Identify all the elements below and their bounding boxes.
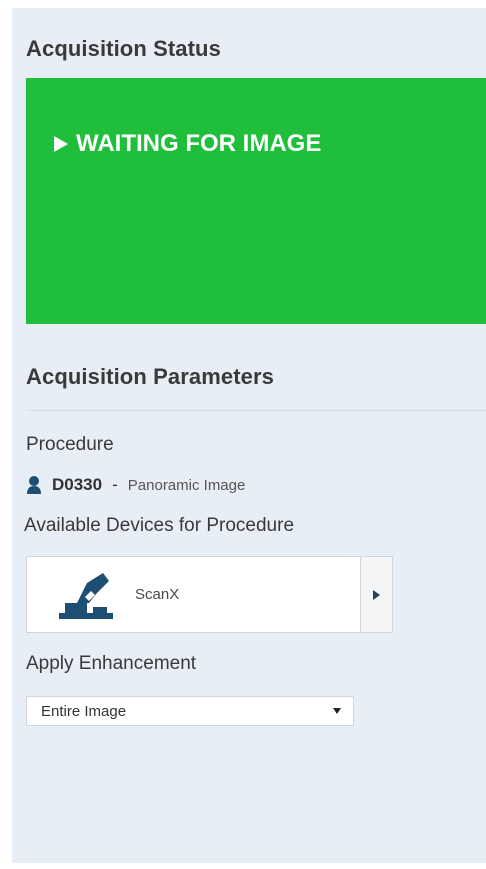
acquisition-status-box: WAITING FOR IMAGE bbox=[26, 78, 486, 324]
play-arrow-icon bbox=[54, 136, 68, 152]
procedure-separator: - bbox=[112, 475, 118, 494]
enhancement-select[interactable]: Entire Image bbox=[26, 696, 354, 726]
status-message: WAITING FOR IMAGE bbox=[54, 130, 321, 158]
device-card-scanx[interactable]: ScanX bbox=[26, 556, 361, 633]
person-icon bbox=[27, 476, 41, 494]
acquisition-parameters-title: Acquisition Parameters bbox=[26, 364, 274, 389]
device-name: ScanX bbox=[135, 586, 180, 603]
chevron-down-icon bbox=[333, 708, 341, 714]
enhancement-select-value: Entire Image bbox=[41, 702, 127, 720]
available-devices-label: Available Devices for Procedure bbox=[24, 515, 295, 536]
section-divider bbox=[26, 410, 486, 411]
procedure-label: Procedure bbox=[26, 434, 114, 455]
next-device-button[interactable] bbox=[361, 556, 393, 633]
acquisition-panel: Acquisition Status WAITING FOR IMAGE Acq… bbox=[12, 8, 486, 863]
procedure-row: D0330 - Panoramic Image bbox=[26, 475, 245, 495]
acquisition-status-title: Acquisition Status bbox=[26, 36, 221, 61]
procedure-code: D0330 bbox=[52, 475, 103, 494]
scanner-icon bbox=[59, 573, 113, 619]
status-text: WAITING FOR IMAGE bbox=[76, 130, 322, 157]
chevron-right-icon bbox=[373, 589, 380, 600]
apply-enhancement-label: Apply Enhancement bbox=[26, 653, 197, 674]
procedure-description: Panoramic Image bbox=[127, 476, 246, 494]
